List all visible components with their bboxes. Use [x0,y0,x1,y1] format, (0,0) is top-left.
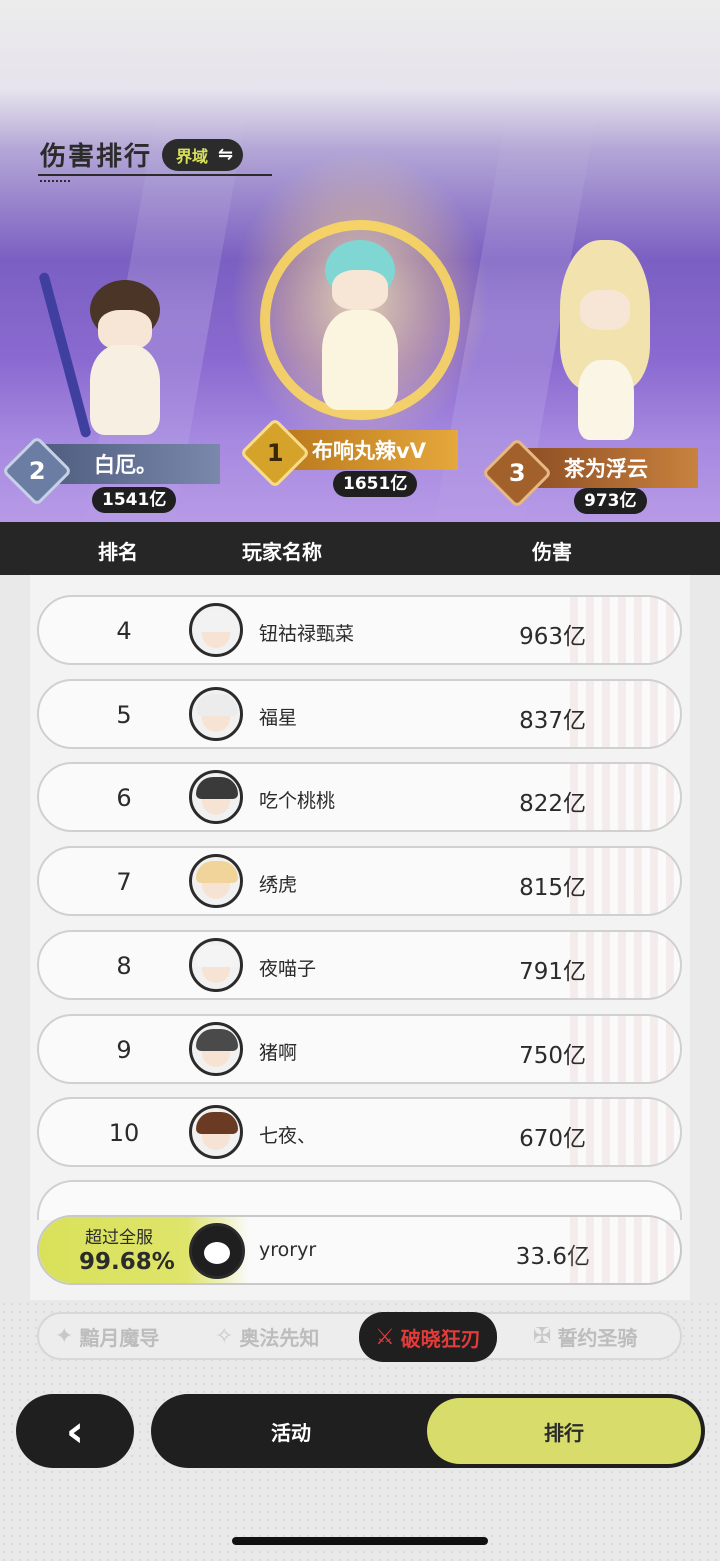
scope-label: 界域 [176,146,209,166]
row-decoration [570,931,680,998]
table-row[interactable]: 8 夜喵子 791亿 [37,929,682,1000]
table-row[interactable]: 7 绣虎 815亿 [37,846,682,917]
rank-number: 5 [116,700,132,729]
col-damage: 伤害 [532,540,572,564]
table-row[interactable]: 4 钮祜禄甄菜 963亿 [37,595,682,665]
tab-oath-paladin[interactable]: ✠ 誓约圣骑 [533,1314,637,1358]
chevron-left-icon: ‹ [65,1405,85,1457]
avatar [189,937,243,992]
player-name: 七夜、 [259,1125,317,1148]
rank1-score: 1651亿 [333,471,418,497]
table-header: 排名 玩家名称 伤害 [0,522,720,575]
avatar-hair [196,944,238,967]
row-decoration [570,1015,680,1082]
rank-number: 8 [116,951,132,980]
dark-moon-icon: ✦ [55,1323,74,1349]
title-dots [40,180,70,184]
avatar [189,770,243,825]
damage-value: 670亿 [519,1126,586,1153]
tab-ranking[interactable]: 排行 [427,1398,701,1464]
row-decoration [570,848,680,915]
player-name: 绣虎 [259,874,298,897]
rank3-character [540,240,670,450]
damage-value: 791亿 [519,958,586,985]
player-name: 钮祜禄甄菜 [259,623,355,645]
back-button[interactable]: ‹ [16,1394,134,1468]
rank2-name: 白厄。 [94,453,157,477]
scope-toggle-button[interactable]: 界域 ⇋ [162,138,244,171]
title-underline [38,174,272,176]
avatar-hair [196,1112,238,1135]
my-rank-row[interactable]: 超过全服 99.68% yroryr 33.6亿 [37,1215,682,1285]
avatar [189,1105,243,1160]
table-row[interactable]: 6 吃个桃桃 822亿 [37,762,682,833]
rank-number: 4 [116,617,132,645]
avatar [189,603,243,657]
tab-activity[interactable]: 活动 [151,1394,431,1468]
tab-dark-moon-mage[interactable]: ✦ 黯月魔导 [55,1314,159,1358]
rank-number: 6 [116,784,132,813]
avatar-hair [196,1028,238,1051]
table-row[interactable]: 9 猪啊 750亿 [37,1013,682,1084]
col-name: 玩家名称 [242,540,322,564]
class-tabs: ✦ 黯月魔导 ✧ 奥法先知 ⚔ 破晓狂刃 ✠ 誓约圣骑 [37,1312,682,1362]
table-row[interactable]: 10 七夜、 670亿 [37,1097,682,1168]
avatar-hair [196,777,238,800]
tab-dawn-blade[interactable]: ⚔ 破晓狂刃 [359,1312,497,1362]
blade-icon: ⚔ [375,1324,395,1350]
rank1-character [260,200,460,430]
rank-number: 10 [108,1119,140,1148]
row-decoration [570,680,680,747]
damage-value: 822亿 [519,791,586,818]
col-rank: 排名 [98,540,138,564]
rank2-score: 1541亿 [92,487,177,513]
rank1-name: 布响丸辣vV [312,439,426,463]
exceed-label: 超过全服 [85,1228,153,1248]
avatar-hair [196,610,238,632]
damage-value: 750亿 [519,1042,586,1069]
avatar [189,1021,243,1076]
player-name: 福星 [259,706,298,729]
avatar-hair [196,693,238,716]
percentile-value: 99.68% [79,1249,175,1275]
row-decoration [570,764,680,831]
avatar [189,854,243,909]
rank-number: 9 [116,1035,132,1064]
damage-value: 963亿 [519,624,586,650]
row-decoration [570,1099,680,1166]
ranking-header: 伤害排行 界域 ⇋ [40,136,244,173]
rank3-name: 茶为浮云 [564,457,648,481]
page-title: 伤害排行 [40,142,153,172]
tab-arcane-prophet[interactable]: ✧ 奥法先知 [215,1314,319,1358]
home-indicator [232,1537,488,1545]
rank3-score: 973亿 [574,488,647,514]
player-name: 吃个桃桃 [259,790,336,813]
table-row[interactable]: 5 福星 837亿 [37,678,682,749]
player-name: 夜喵子 [259,957,317,980]
rank-number: 7 [116,868,132,897]
row-decoration [570,1217,680,1283]
damage-value: 837亿 [519,707,586,734]
player-name: 猪啊 [259,1041,298,1064]
avatar [189,1223,245,1279]
rank2-character [38,250,190,450]
table-row[interactable] [37,1180,682,1220]
swap-icon: ⇋ [218,144,234,165]
arcane-icon: ✧ [215,1323,234,1349]
player-name: yroryr [259,1239,317,1261]
podium-background: 白厄。 2 1541亿 布响丸辣vV 1 1651亿 茶为浮云 3 973亿 [0,0,720,522]
avatar [189,686,243,741]
damage-value: 815亿 [519,875,586,902]
avatar-hair [196,861,238,884]
paladin-icon: ✠ [533,1323,552,1349]
row-decoration [570,597,680,663]
bottom-nav: 活动 排行 [151,1394,705,1468]
